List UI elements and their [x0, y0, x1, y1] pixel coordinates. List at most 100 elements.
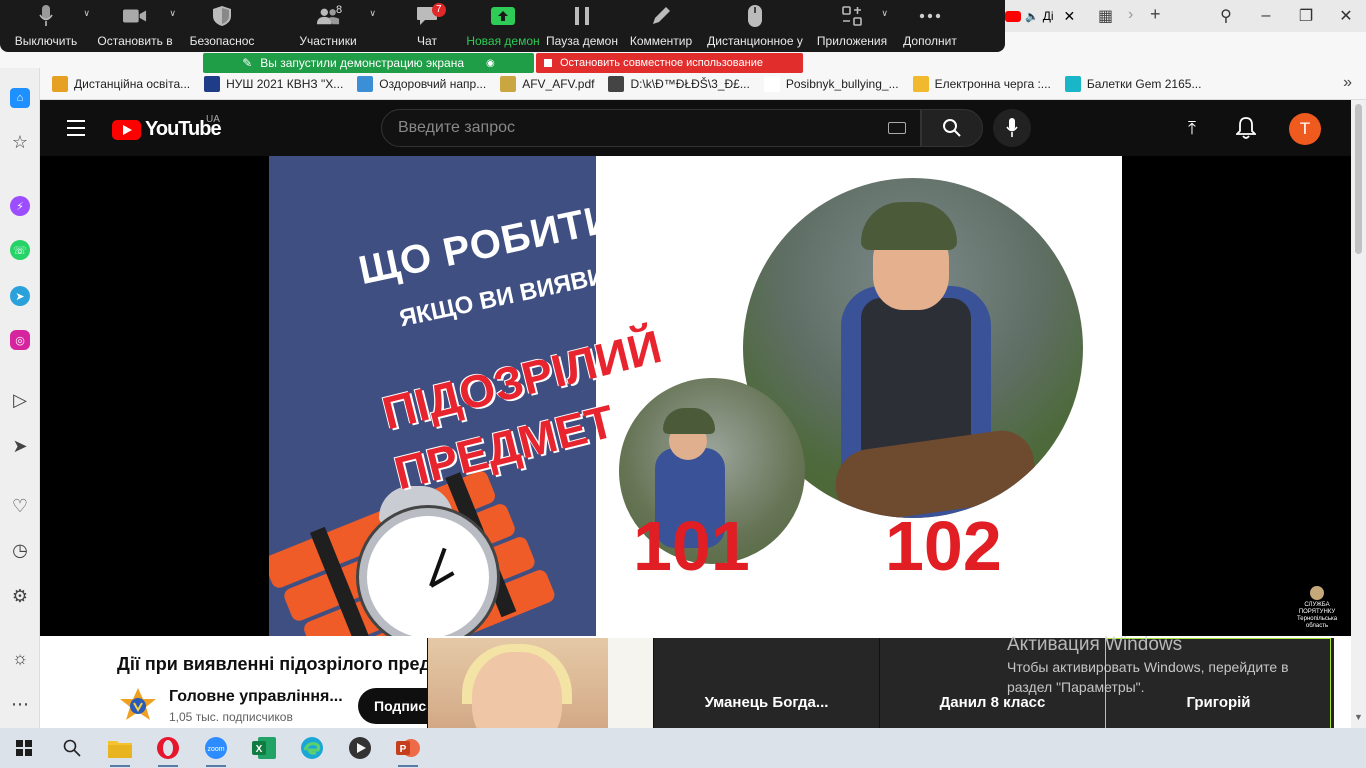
taskbar-powerpoint[interactable]: P — [384, 728, 432, 768]
gear-icon[interactable]: ⚙ — [10, 586, 30, 607]
home-icon[interactable]: ⌂ — [10, 88, 30, 108]
chevron-down-icon[interactable]: ∨ — [169, 8, 176, 19]
mute-button[interactable]: ∨ Выключить — [0, 0, 92, 52]
zoom-meeting-toolbar: ∨ Выключить ∨ Остановить в Безопаснос 8 … — [0, 0, 1005, 52]
restore-icon[interactable]: ❐ — [1286, 6, 1326, 26]
channel-name[interactable]: Головне управління... — [169, 688, 343, 706]
scroll-down-icon[interactable]: ▼ — [1354, 712, 1363, 722]
youtube-tab-title: Ді — [1042, 9, 1054, 23]
youtube-favicon — [1005, 10, 1021, 22]
svg-text:X: X — [256, 744, 263, 755]
video-player[interactable]: ЩО РОБИТИ, ЯКЩО ВИ ВИЯВИЛИ ПІДОЗРІЛИЙ ПР… — [40, 156, 1351, 636]
windows-logo-icon — [16, 740, 32, 756]
telegram-icon[interactable]: ➤ — [10, 286, 30, 306]
microphone-icon — [34, 4, 58, 28]
taskbar-opera[interactable] — [144, 728, 192, 768]
taskbar-zoom[interactable]: zoom — [192, 728, 240, 768]
taskbar-search-button[interactable] — [48, 728, 96, 768]
new-tab-icon[interactable]: + — [1150, 4, 1161, 25]
send-icon[interactable]: ➤ — [10, 436, 30, 457]
bookmark-favicon-icon — [608, 75, 625, 92]
close-window-icon[interactable]: ✕ — [1326, 6, 1366, 26]
more-button[interactable]: Дополнит — [894, 0, 966, 52]
active-indicator — [206, 765, 226, 767]
keyboard-icon[interactable] — [888, 122, 906, 134]
windows-activation-title: Активация Windows — [1007, 634, 1183, 655]
search-placeholder: Введите запрос — [398, 119, 515, 136]
tab-grid-icon[interactable]: ▦ — [1098, 6, 1113, 26]
bookmark-favicon-icon — [52, 75, 68, 92]
messenger-icon[interactable]: ⚡ — [10, 196, 30, 216]
microphone-icon — [1006, 118, 1018, 137]
chevron-down-icon[interactable]: ∨ — [83, 8, 90, 19]
sapper-helmet — [663, 408, 715, 434]
subscribe-label: Подписа — [374, 698, 435, 714]
tab-scroll-right-icon[interactable]: › — [1128, 6, 1133, 24]
rescue-number: 101 — [633, 507, 750, 585]
account-avatar[interactable]: T — [1289, 113, 1321, 145]
annotate-button[interactable]: Комментир — [622, 0, 700, 52]
participants-button[interactable]: 8 ∨ Участники — [266, 0, 390, 52]
notifications-button[interactable] — [1234, 116, 1258, 145]
lightbulb-icon[interactable]: ☼ — [10, 648, 30, 669]
stop-video-button[interactable]: ∨ Остановить в — [92, 0, 178, 52]
bookmarks-overflow-icon[interactable]: » — [1343, 74, 1352, 92]
close-tab-icon[interactable]: ✕ — [1064, 8, 1076, 25]
svg-text:zoom: zoom — [207, 746, 224, 753]
chat-button[interactable]: 7 Чат — [390, 0, 464, 52]
history-icon[interactable]: ◷ — [10, 540, 30, 561]
search-icon[interactable]: ⚲ — [1206, 6, 1246, 26]
bookmark-item[interactable]: Балетки Gem 2165... — [1064, 75, 1202, 92]
participant-display-name: Уманець Богда... — [704, 694, 829, 711]
bookmark-favicon-icon — [1064, 75, 1081, 92]
alarm-clock-icon — [359, 508, 497, 636]
pause-share-button[interactable]: Пауза демон — [542, 0, 622, 52]
bookmark-item[interactable]: Дистанційна освіта... — [52, 75, 190, 92]
bookmark-item[interactable]: AFV_AFV.pdf — [500, 75, 594, 92]
window-controls: ⚲ – ❐ ✕ — [1206, 0, 1366, 32]
taskbar-excel[interactable]: X — [240, 728, 288, 768]
minimize-icon[interactable]: – — [1246, 7, 1286, 25]
search-button[interactable] — [921, 109, 983, 147]
star-icon[interactable]: ☆ — [10, 132, 30, 153]
bookmark-item[interactable]: Оздоровчий напр... — [357, 75, 486, 92]
voice-search-button[interactable] — [993, 109, 1031, 147]
player-icon[interactable]: ▷ — [10, 390, 30, 411]
channel-logo-icon[interactable] — [118, 686, 158, 726]
stop-video-label: Остановить в — [97, 34, 173, 48]
taskbar-edge[interactable] — [288, 728, 336, 768]
remote-control-button[interactable]: Дистанционное у — [700, 0, 810, 52]
stop-share-button[interactable]: Остановить совместное использование — [536, 53, 803, 73]
bookmark-favicon-icon — [204, 75, 221, 92]
upload-icon[interactable]: ⤒ — [1188, 118, 1196, 139]
bookmark-item[interactable]: НУШ 2021 КВНЗ "Х... — [204, 75, 344, 92]
new-share-button[interactable]: Новая демон — [464, 0, 542, 52]
chevron-down-icon[interactable]: ∨ — [369, 8, 376, 19]
more-icon[interactable]: ⋯ — [10, 694, 30, 715]
instagram-icon[interactable]: ◎ — [10, 330, 30, 350]
chevron-down-icon[interactable]: ∨ — [881, 8, 888, 19]
video-camera-icon — [123, 4, 147, 28]
bookmark-label: Балетки Gem 2165... — [1086, 76, 1202, 91]
taskbar-file-explorer[interactable] — [96, 728, 144, 768]
youtube-tab[interactable]: 🔈 Ді ✕ — [1005, 6, 1080, 26]
opera-icon — [157, 737, 179, 759]
whatsapp-icon[interactable]: ☏ — [10, 240, 30, 260]
menu-icon[interactable] — [67, 120, 85, 141]
bookmark-label: НУШ 2021 КВНЗ "Х... — [226, 76, 344, 91]
youtube-logo[interactable]: YouTube UA — [112, 114, 222, 141]
page-scrollbar[interactable]: ▼ — [1351, 100, 1366, 728]
bookmark-item[interactable]: Posibnyk_bullying_... — [763, 75, 899, 92]
subscribe-button[interactable]: Подписа — [358, 688, 438, 724]
apps-button[interactable]: ∨ Приложения — [810, 0, 894, 52]
bookmark-item[interactable]: D:\k\Đ™ĐŁĐŠ\3_Đ£... — [608, 75, 750, 92]
bookmark-item[interactable]: Електронна черга :... — [912, 75, 1051, 92]
mouse-icon — [743, 4, 767, 28]
taskbar-media-player[interactable] — [336, 728, 384, 768]
security-button[interactable]: Безопаснос — [178, 0, 266, 52]
heart-icon[interactable]: ♡ — [10, 496, 30, 517]
start-button[interactable] — [0, 728, 48, 768]
active-indicator — [398, 765, 418, 767]
scrollbar-thumb[interactable] — [1355, 104, 1362, 254]
search-input[interactable]: Введите запрос — [381, 109, 921, 147]
